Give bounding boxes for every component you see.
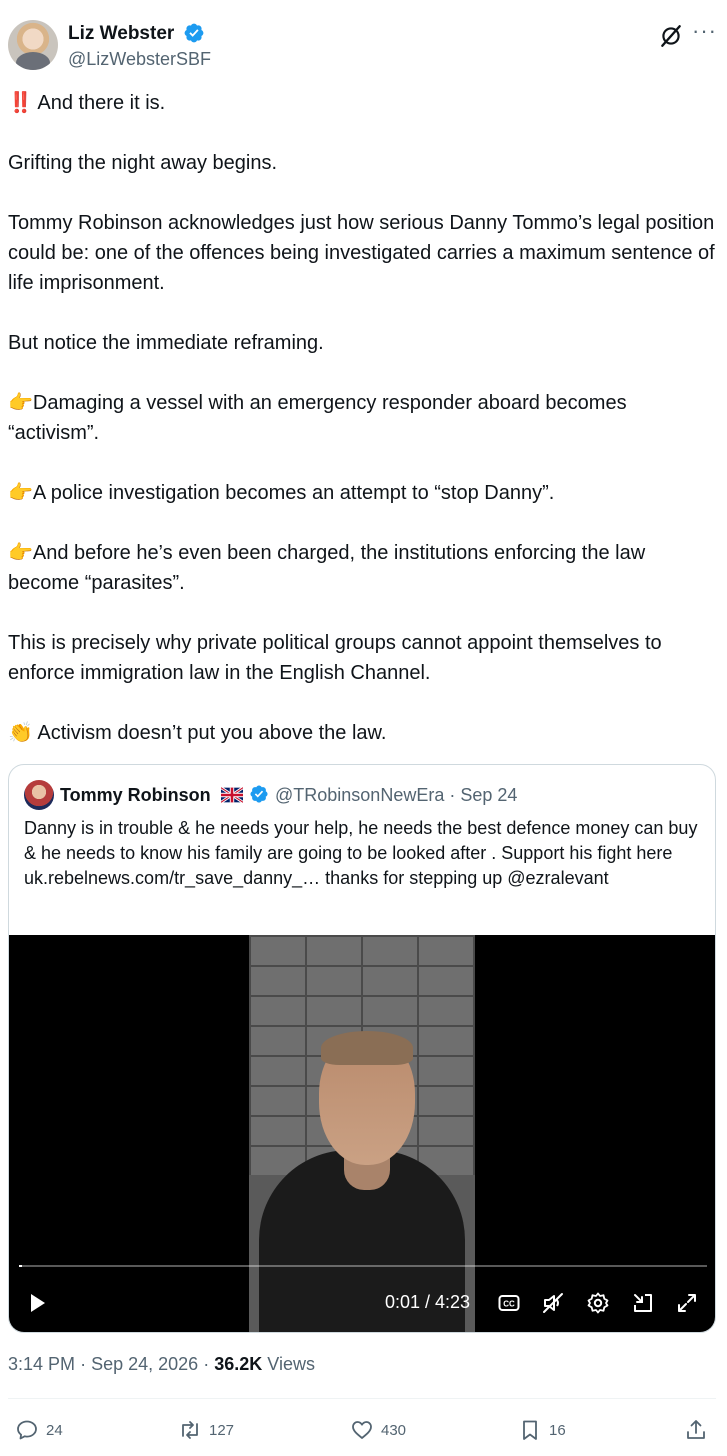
- post-paragraph: ‼️ And there it is.: [8, 88, 720, 118]
- verified-badge-icon[interactable]: [249, 784, 269, 804]
- post-date[interactable]: Sep 24, 2026: [91, 1354, 198, 1374]
- repost-count: 127: [209, 1421, 235, 1439]
- bookmark-icon: [523, 1420, 537, 1440]
- quoted-author-avatar[interactable]: [24, 780, 54, 810]
- post-paragraph: But notice the immediate reframing.: [8, 332, 324, 354]
- reply-button[interactable]: 24: [15, 1418, 63, 1442]
- more-icon[interactable]: ···: [692, 20, 718, 46]
- quoted-date[interactable]: Sep 24: [460, 785, 517, 805]
- fullscreen-icon[interactable]: [675, 1291, 699, 1315]
- video-progress-bar[interactable]: [19, 1265, 707, 1267]
- author-handle[interactable]: @LizWebsterSBF: [68, 49, 211, 70]
- captions-icon[interactable]: CC: [497, 1291, 521, 1315]
- quoted-author-name[interactable]: Tommy Robinson: [60, 785, 211, 806]
- post-text: ‼️ And there it is. Grifting the night a…: [8, 88, 720, 748]
- share-button[interactable]: [684, 1418, 715, 1442]
- share-icon: [687, 1420, 705, 1439]
- heart-icon: [352, 1421, 372, 1439]
- author-name[interactable]: Liz Webster: [68, 23, 174, 45]
- post-time[interactable]: 3:14 PM: [8, 1354, 75, 1374]
- video-frame: [249, 935, 475, 1332]
- pointing-hand-emoji: 👉: [8, 542, 33, 564]
- pointing-hand-emoji: 👉: [8, 392, 33, 414]
- svg-text:CC: CC: [503, 1300, 515, 1309]
- bookmark-button[interactable]: 16: [518, 1418, 566, 1442]
- repost-icon: [182, 1421, 198, 1439]
- like-count: 430: [381, 1421, 407, 1439]
- pointing-hand-emoji: 👉: [8, 482, 33, 504]
- video-progress-fill: [19, 1265, 22, 1267]
- clapping-hands-emoji: 👏: [8, 722, 33, 744]
- video-player[interactable]: 0:01 / 4:23 CC: [9, 935, 715, 1332]
- video-time: 0:01 / 4:23: [385, 1292, 471, 1312]
- author-avatar[interactable]: [8, 20, 58, 70]
- quoted-text: Danny is in trouble & he needs your help…: [24, 818, 698, 888]
- quoted-author-handle[interactable]: @TRobinsonNewEra: [275, 785, 444, 805]
- divider: [8, 1398, 716, 1399]
- post-paragraph: 👉And before he’s even been charged, the …: [8, 538, 720, 598]
- reply-icon: [17, 1420, 37, 1440]
- views-label: Views: [267, 1354, 315, 1374]
- like-button[interactable]: 430: [350, 1418, 406, 1442]
- play-icon[interactable]: [25, 1291, 49, 1315]
- post-paragraph: 👉Damaging a vessel with an emergency res…: [8, 388, 720, 448]
- post-paragraph: 👏 Activism doesn’t put you above the law…: [8, 718, 720, 748]
- double-exclamation-emoji: ‼️: [8, 92, 33, 114]
- post-paragraph: This is precisely why private political …: [8, 632, 662, 684]
- settings-icon[interactable]: [586, 1291, 610, 1315]
- verified-badge-icon[interactable]: [183, 22, 205, 44]
- picture-in-picture-icon[interactable]: [631, 1291, 655, 1315]
- uk-flag-icon: [221, 787, 243, 803]
- bookmark-count: 16: [549, 1421, 566, 1439]
- repost-button[interactable]: 127: [178, 1418, 234, 1442]
- post-paragraph: Tommy Robinson acknowledges just how ser…: [8, 212, 715, 294]
- post-meta: 3:14 PM · Sep 24, 2026 · 36.2K Views: [8, 1354, 315, 1374]
- person-hair: [321, 1031, 413, 1065]
- reply-count: 24: [46, 1421, 63, 1439]
- quoted-meta: @TRobinsonNewEra · Sep 24: [275, 785, 518, 805]
- post-header: Liz Webster @LizWebsterSBF ···: [8, 20, 719, 72]
- quoted-post[interactable]: Tommy Robinson @TRobinsonNewEra · Sep 24…: [8, 764, 716, 1333]
- views-count: 36.2K: [214, 1354, 263, 1374]
- mute-icon[interactable]: [541, 1291, 565, 1315]
- grok-icon[interactable]: [658, 23, 684, 49]
- post-paragraph: 👉A police investigation becomes an attem…: [8, 478, 720, 508]
- post-paragraph: Grifting the night away begins.: [8, 152, 278, 174]
